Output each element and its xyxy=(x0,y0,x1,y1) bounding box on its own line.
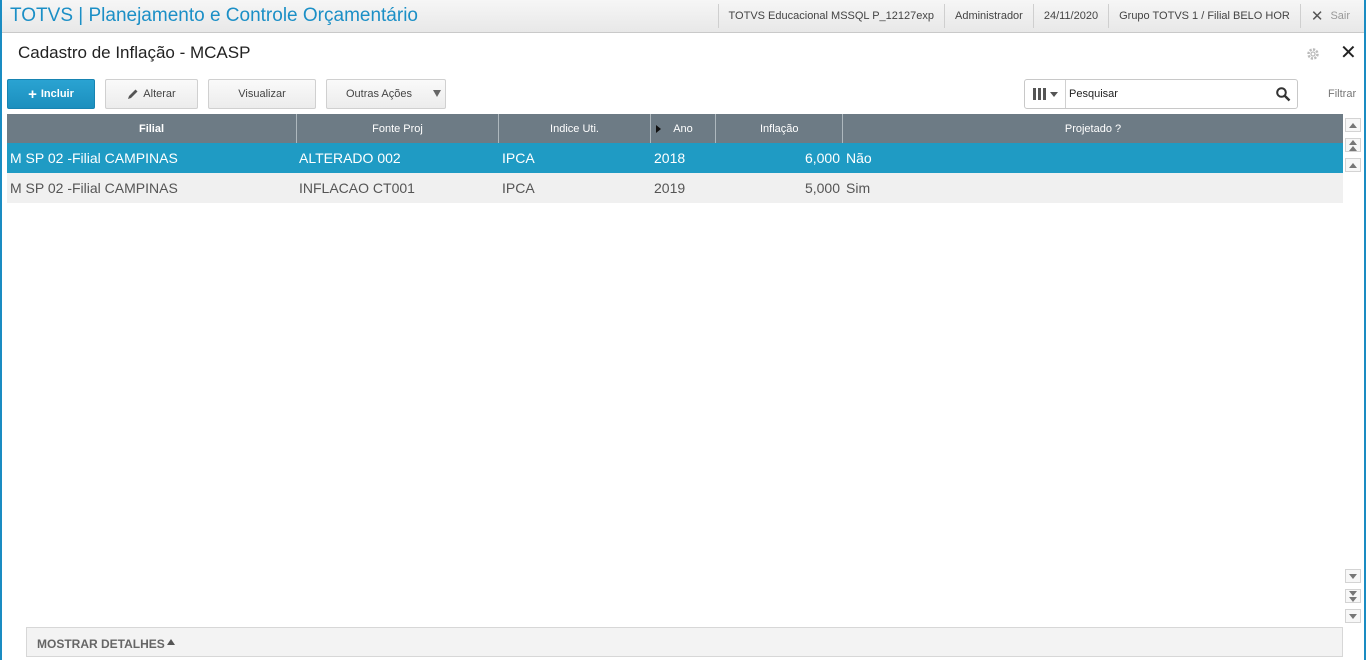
down-arrow-icon xyxy=(1349,573,1357,579)
app-title: TOTVS | Planejamento e Controle Orçament… xyxy=(10,5,418,26)
outras-acoes-button[interactable]: Outras Ações xyxy=(326,79,446,109)
alterar-button[interactable]: Alterar xyxy=(105,79,198,109)
show-details-bar[interactable]: MOSTRAR DETALHES xyxy=(26,627,1343,657)
exit-label: Sair xyxy=(1330,10,1350,22)
gear-icon[interactable] xyxy=(1305,46,1321,62)
scroll-down-button[interactable] xyxy=(1345,569,1361,583)
scroll-to-top-icon xyxy=(1349,122,1357,128)
chevron-down-icon xyxy=(433,90,441,97)
table-row[interactable]: M SP 02 -Filial CAMPINAS ALTERADO 002 IP… xyxy=(7,143,1343,173)
cell-inflacao: 5,000 xyxy=(804,180,840,196)
chevron-up-icon xyxy=(167,639,175,645)
scroll-bottom-button[interactable] xyxy=(1345,609,1361,623)
pencil-icon xyxy=(128,89,138,99)
scroll-page-up-button[interactable] xyxy=(1345,138,1361,152)
plus-icon: + xyxy=(28,85,37,103)
cell-projetado: Não xyxy=(846,150,872,166)
columns-icon xyxy=(1032,88,1046,100)
page-title: Cadastro de Inflação - MCASP xyxy=(18,43,251,62)
cell-fonte-proj: INFLACAO CT001 xyxy=(299,180,415,196)
scroll-page-down-button[interactable] xyxy=(1345,589,1361,603)
outras-acoes-label: Outras Ações xyxy=(345,88,413,100)
close-window-icon[interactable]: ✕ xyxy=(1340,43,1357,63)
up-arrow-icon xyxy=(1349,162,1357,168)
cell-ano: 2018 xyxy=(654,150,686,166)
cell-indice: IPCA xyxy=(502,180,535,196)
alterar-label: Alterar xyxy=(143,88,176,100)
exit-button[interactable]: ✕ Sair xyxy=(1299,4,1364,28)
scroll-top-button[interactable] xyxy=(1345,118,1361,132)
cell-filial: M SP 02 -Filial CAMPINAS xyxy=(10,150,178,166)
cell-projetado: Sim xyxy=(846,180,871,196)
data-grid: Filial Fonte Proj Indice Uti. Ano Inflaç… xyxy=(7,114,1343,626)
grid-header: Filial Fonte Proj Indice Uti. Ano Inflaç… xyxy=(7,114,1343,143)
search-icon[interactable] xyxy=(1275,86,1291,102)
cell-filial: M SP 02 -Filial CAMPINAS xyxy=(10,180,178,196)
company-label[interactable]: Grupo TOTVS 1 / Filial BELO HOR xyxy=(1108,4,1300,28)
search-box xyxy=(1024,79,1298,109)
session-info: TOTVS Educacional MSSQL P_12127exp Admin… xyxy=(717,4,1364,28)
close-icon: ✕ xyxy=(1310,7,1324,25)
user-label: Administrador xyxy=(943,4,1033,28)
incluir-label: Incluir xyxy=(40,88,74,100)
date-label: 24/11/2020 xyxy=(1032,4,1108,28)
scroll-up-button[interactable] xyxy=(1345,158,1361,172)
column-header-ano[interactable]: Ano xyxy=(651,114,716,143)
double-down-icon xyxy=(1349,590,1357,602)
visualizar-button[interactable]: Visualizar xyxy=(208,79,316,109)
column-header-indice[interactable]: Indice Uti. xyxy=(499,114,651,143)
top-bar: TOTVS | Planejamento e Controle Orçament… xyxy=(2,0,1364,33)
double-up-icon xyxy=(1349,139,1357,151)
column-header-projetado[interactable]: Projetado ? xyxy=(843,114,1343,143)
visualizar-label: Visualizar xyxy=(238,88,286,100)
column-header-inflacao[interactable]: Inflação xyxy=(716,114,843,143)
sort-caret-icon xyxy=(656,125,661,133)
column-picker-button[interactable] xyxy=(1025,80,1066,108)
filter-link[interactable]: Filtrar xyxy=(1328,88,1356,100)
scroll-to-bottom-icon xyxy=(1349,613,1357,619)
cell-indice: IPCA xyxy=(502,150,535,166)
cell-fonte-proj: ALTERADO 002 xyxy=(299,150,401,166)
column-header-filial[interactable]: Filial xyxy=(7,114,297,143)
environment-label: TOTVS Educacional MSSQL P_12127exp xyxy=(717,4,944,28)
cell-ano: 2019 xyxy=(654,180,686,196)
table-row[interactable]: M SP 02 -Filial CAMPINAS INFLACAO CT001 … xyxy=(7,173,1343,203)
incluir-button[interactable]: + Incluir xyxy=(7,79,95,109)
column-header-ano-label: Ano xyxy=(673,122,693,135)
column-header-fonte-proj[interactable]: Fonte Proj xyxy=(297,114,499,143)
grid-scrollbar[interactable] xyxy=(1343,114,1362,626)
chevron-down-icon xyxy=(1049,91,1058,97)
cell-inflacao: 6,000 xyxy=(804,150,840,166)
search-input[interactable] xyxy=(1069,84,1269,104)
show-details-label: MOSTRAR DETALHES xyxy=(37,637,165,651)
